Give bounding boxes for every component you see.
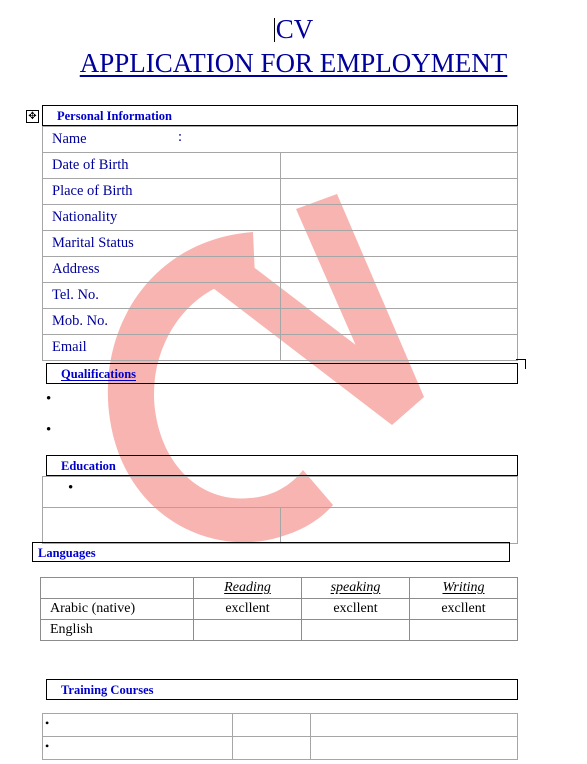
list-item-bullet[interactable]: • [46, 392, 51, 407]
education-table [42, 476, 518, 544]
cell-email-label: Email [42, 334, 281, 361]
table-row: Arabic (native) excllent excllent exclle… [40, 598, 518, 620]
table-row: Marital Status [42, 230, 518, 257]
table-row [42, 507, 518, 544]
label-place-of-birth: Place of Birth [52, 183, 133, 199]
cell-education-col2[interactable] [279, 507, 518, 544]
cell-dob-label: Date of Birth [42, 152, 281, 179]
cell-training-col1[interactable]: • [42, 713, 233, 737]
table-row: Nationality [42, 204, 518, 231]
label-address: Address [52, 261, 100, 277]
cell-english-writing[interactable] [409, 619, 518, 641]
cell-arabic-writing[interactable]: excllent [409, 598, 518, 620]
column-header-speaking: speaking [301, 577, 410, 599]
table-row: Tel. No. [42, 282, 518, 309]
column-header-blank [40, 577, 194, 599]
section-header-personal-information: Personal Information [42, 105, 518, 126]
cell-training-col1[interactable]: • [42, 736, 233, 760]
table-row: Address [42, 256, 518, 283]
table-row: Name : [42, 126, 518, 153]
cell-training-col2[interactable] [232, 736, 311, 760]
resize-handle-notch[interactable] [516, 359, 526, 369]
table-row: Mob. No. [42, 308, 518, 335]
document-page: CV APPLICATION FOR EMPLOYMENT ✥ Personal… [0, 0, 587, 764]
cell-arabic-reading[interactable]: excllent [193, 598, 302, 620]
cell-pob-label: Place of Birth [42, 178, 281, 205]
cell-pob-value[interactable] [279, 178, 518, 205]
move-handle-glyph: ✥ [28, 111, 37, 122]
table-row [42, 476, 518, 508]
cell-tel-label: Tel. No. [42, 282, 281, 309]
section-header-languages: Languages [32, 542, 510, 562]
cell-nationality-value[interactable] [279, 204, 518, 231]
cell-training-col3[interactable] [310, 736, 518, 760]
title-main-text: APPLICATION FOR EMPLOYMENT [79, 48, 508, 78]
cell-address-value[interactable] [279, 256, 518, 283]
cell-arabic-speaking[interactable]: excllent [301, 598, 410, 620]
label-name: Name [52, 131, 87, 147]
personal-information-table: Name : Date of Birth Place of Birth Nati… [42, 126, 518, 361]
cell-tel-value[interactable] [279, 282, 518, 309]
training-courses-table: • • [42, 713, 518, 760]
cell-address-label: Address [42, 256, 281, 283]
cell-language-name: English [40, 619, 194, 641]
cell-language-name: Arabic (native) [40, 598, 194, 620]
name-colon: : [178, 129, 183, 145]
cell-name-label[interactable]: Name : [42, 126, 518, 153]
section-title-qualifications: Qualifications [61, 367, 137, 381]
cell-email-value[interactable] [279, 334, 518, 361]
column-header-writing: Writing [409, 577, 518, 599]
cell-mob-label: Mob. No. [42, 308, 281, 335]
page-title-main: APPLICATION FOR EMPLOYMENT [0, 48, 587, 78]
section-title-languages: Languages [38, 546, 96, 560]
table-header-row: Reading speaking Writing [40, 577, 518, 599]
label-tel-no: Tel. No. [52, 287, 99, 303]
cell-marital-status-value[interactable] [279, 230, 518, 257]
cell-english-reading[interactable] [193, 619, 302, 641]
table-row: • [42, 736, 518, 760]
cell-mob-value[interactable] [279, 308, 518, 335]
label-date-of-birth: Date of Birth [52, 157, 129, 173]
cell-dob-value[interactable] [279, 152, 518, 179]
section-header-qualifications: Qualifications [46, 359, 526, 384]
cell-training-col3[interactable] [310, 713, 518, 737]
cell-education-bullet-row[interactable] [42, 476, 518, 508]
cell-education-col1[interactable] [42, 507, 281, 544]
column-header-reading: Reading [193, 577, 302, 599]
section-header-training-courses: Training Courses [46, 679, 518, 700]
cell-marital-status-label: Marital Status [42, 230, 281, 257]
list-item-bullet: • [45, 739, 50, 753]
label-mob-no: Mob. No. [52, 313, 108, 329]
section-title-training-courses: Training Courses [61, 683, 154, 697]
cell-english-speaking[interactable] [301, 619, 410, 641]
list-item-bullet: • [45, 716, 50, 730]
table-row: Email [42, 334, 518, 361]
section-title-personal-information: Personal Information [57, 109, 172, 123]
label-nationality: Nationality [52, 209, 118, 225]
page-title-cv: CV [0, 14, 587, 44]
table-move-handle-icon[interactable]: ✥ [26, 110, 39, 123]
list-item-bullet[interactable]: • [68, 481, 73, 496]
title-cv-text: CV [275, 14, 314, 44]
label-email: Email [52, 339, 87, 355]
table-row: Date of Birth [42, 152, 518, 179]
section-header-education: Education [46, 455, 518, 476]
cell-nationality-label: Nationality [42, 204, 281, 231]
table-row: • [42, 713, 518, 737]
section-title-education: Education [61, 459, 116, 473]
table-row: English [40, 619, 518, 641]
label-marital-status: Marital Status [52, 235, 134, 251]
table-row: Place of Birth [42, 178, 518, 205]
cell-training-col2[interactable] [232, 713, 311, 737]
list-item-bullet[interactable]: • [46, 423, 51, 438]
languages-table: Reading speaking Writing Arabic (native)… [40, 577, 518, 641]
text-caret [273, 18, 275, 42]
